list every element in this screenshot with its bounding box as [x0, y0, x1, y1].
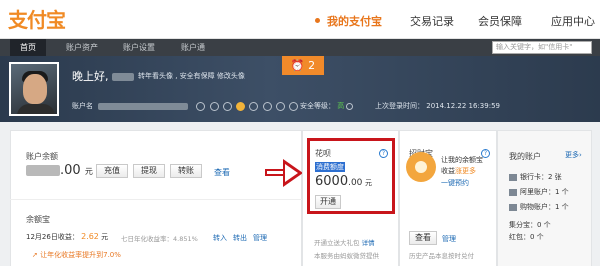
zhaocaibao-reserve-link[interactable]: 一键预约: [441, 178, 469, 188]
annotation-arrow-shaft: [265, 169, 285, 176]
last-login-time: 2014.12.22 16:39:59: [426, 102, 500, 110]
account-name-label: 账户名: [72, 102, 93, 110]
accounts-title: 我的账户: [509, 152, 541, 161]
masked-username: [112, 73, 134, 81]
nav-my-alipay[interactable]: 我的支付宝: [327, 13, 382, 29]
phone-icon[interactable]: [209, 101, 219, 111]
tab-home[interactable]: 首页: [10, 39, 46, 56]
verified-icon[interactable]: [196, 101, 206, 111]
security-level: 高: [337, 102, 345, 110]
search-input[interactable]: 输入关键字，如"信用卡": [492, 41, 592, 54]
yuebao-row: 12月26日收益： 2.62 元: [26, 232, 109, 241]
bank-card-icon: [509, 173, 517, 181]
balance-view-link[interactable]: 查看: [214, 167, 230, 178]
security-info-icon[interactable]: [346, 102, 354, 110]
greeting-links: 转年看头像 , 安全有保障 修改头像: [138, 72, 245, 80]
masked-account-name: [98, 102, 189, 110]
alipay-logo[interactable]: 支付宝: [8, 4, 66, 33]
avatar-face: [23, 74, 47, 104]
balance-amount: .00 元: [26, 163, 93, 178]
tab-account-settings[interactable]: 账户设置: [123, 39, 155, 56]
yuebao-out-link[interactable]: 转出: [233, 233, 247, 243]
link-security[interactable]: 安全有保障: [180, 72, 215, 80]
huabei-details-link[interactable]: 详情: [362, 239, 375, 247]
link-change-avatar[interactable]: 转年看头像: [138, 72, 173, 80]
nav-member-protection[interactable]: 会员保障: [478, 13, 522, 29]
recharge-button[interactable]: 充值: [96, 164, 128, 178]
yuebao-rate: 七日年化收益率：4.851%: [121, 235, 198, 243]
greeting-text: 晚上好,: [72, 70, 109, 83]
notification-count: 2: [308, 59, 316, 72]
nav-transaction-records[interactable]: 交易记录: [410, 13, 454, 29]
account-item-bank[interactable]: 银行卡：2 张: [509, 172, 562, 182]
avatar-shirt: [17, 104, 55, 114]
yuebao-in-link[interactable]: 转入: [213, 233, 227, 243]
yuebao-promo[interactable]: ➚ 让年化收益率提升到7.0%: [32, 250, 121, 260]
vip-icon[interactable]: [236, 101, 246, 111]
yuebao-title: 余额宝: [26, 215, 50, 224]
withdraw-button[interactable]: 提现: [133, 164, 165, 178]
balance-title: 账户余额: [26, 152, 58, 161]
zhaocaibao-line1: 让我的余额宝: [441, 156, 483, 164]
account-name-row: 账户名: [72, 101, 300, 111]
card-icon[interactable]: [262, 101, 272, 111]
yuebao-date-label: 12月26日收益：: [26, 233, 79, 241]
yuebao-manage-link[interactable]: 管理: [253, 233, 267, 243]
notification-badge[interactable]: ⏰ 2: [282, 56, 324, 75]
last-login-row: 上次登录时间： 2014.12.22 16:39:59: [375, 101, 500, 111]
account-item-ali[interactable]: 阿里账户：1 个: [509, 187, 569, 197]
zhaocaibao-manage-link[interactable]: 管理: [442, 234, 456, 244]
security-level-row: 安全等级： 高: [300, 101, 355, 111]
zhaocaibao-history: 历史产品本息按时兑付: [409, 252, 474, 260]
alarm-clock-icon: ⏰: [290, 59, 305, 72]
huabei-note-gift: 开通立送大礼包 详情: [314, 239, 375, 247]
rocket-icon: ➚: [32, 251, 38, 259]
sub-navigation-bar: 首页 账户资产 账户设置 账户通 输入关键字，如"信用卡": [0, 39, 600, 56]
transfer-button[interactable]: 转账: [170, 164, 202, 178]
top-navigation-bar: 支付宝 我的支付宝 交易记录 会员保障 应用中心: [0, 0, 600, 39]
annotation-arrow-inner: [285, 164, 298, 182]
last-login-label: 上次登录时间：: [375, 102, 424, 110]
security-label: 安全等级：: [300, 102, 335, 110]
account-item-shopping[interactable]: 购物账户：1 个: [509, 202, 569, 212]
user-avatar[interactable]: [9, 62, 59, 116]
lock-icon[interactable]: [275, 101, 285, 111]
ali-account-icon: [509, 188, 517, 196]
link-edit-avatar[interactable]: 修改头像: [217, 72, 245, 80]
flower-icon: [406, 152, 436, 182]
yuebao-profit: 2.62: [81, 232, 99, 241]
account-item-hongbao[interactable]: 红包：0 个: [509, 232, 544, 242]
zhaocaibao-view-button[interactable]: 查看: [409, 231, 437, 245]
tab-account-assets[interactable]: 账户资产: [66, 39, 98, 56]
mail-icon[interactable]: [222, 101, 232, 111]
nav-app-center[interactable]: 应用中心: [551, 13, 595, 29]
tab-account-link[interactable]: 账户通: [181, 39, 205, 56]
active-nav-dot-icon: [315, 18, 320, 23]
masked-balance: [26, 165, 60, 176]
shield-icon[interactable]: [289, 101, 299, 111]
huabei-note-provider: 本服务由蚂蚁微贷提供: [314, 252, 379, 260]
accounts-more-link[interactable]: 更多›: [565, 150, 582, 160]
divider: [10, 199, 302, 200]
annotation-highlight-box: [307, 138, 395, 214]
cert-icon[interactable]: [249, 101, 259, 111]
greeting: 晚上好,: [72, 68, 134, 84]
shopping-account-icon: [509, 203, 517, 211]
account-item-jifenbao[interactable]: 集分宝：0 个: [509, 220, 551, 230]
zhaocaibao-line2: 收益涨更多: [441, 167, 476, 175]
